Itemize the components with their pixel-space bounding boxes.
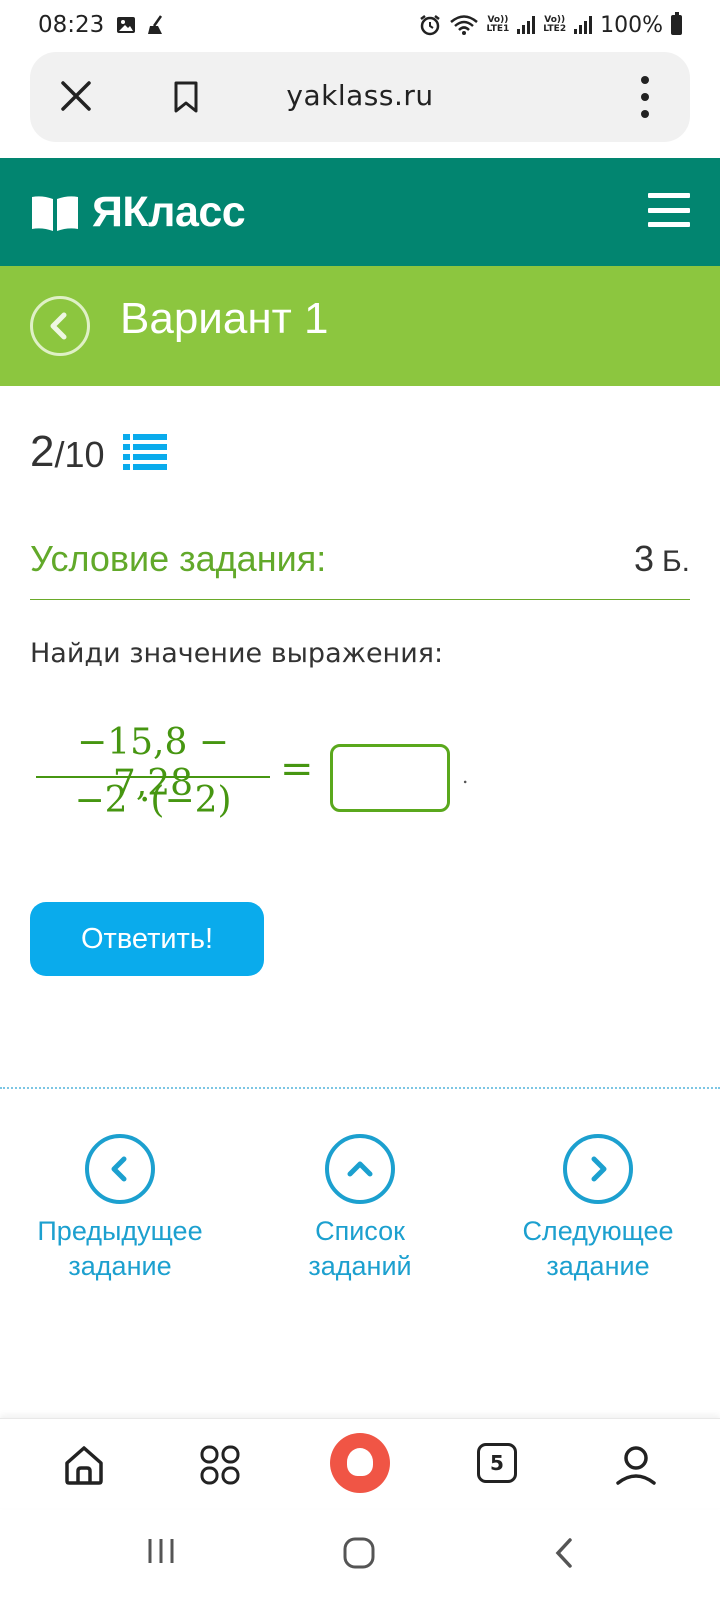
battery-level: 100% xyxy=(600,12,663,38)
broom-icon xyxy=(148,15,163,34)
next-circle xyxy=(563,1134,633,1204)
status-time: 08:23 xyxy=(38,12,105,38)
prev-label-1: Предыдущее xyxy=(37,1216,203,1246)
list-circle xyxy=(325,1134,395,1204)
progress-total: /10 xyxy=(54,434,105,475)
home-button-icon[interactable] xyxy=(342,1536,376,1570)
gallery-icon xyxy=(117,17,136,33)
lte2-label: Vo)) LTE2 xyxy=(543,15,567,34)
condition-header: Условие задания: 3 Б. xyxy=(30,538,690,600)
prev-task-link[interactable]: Предыдущее задание xyxy=(10,1134,230,1284)
task-progress: 2 /10 xyxy=(30,430,167,474)
tabs-icon[interactable]: 5 xyxy=(477,1443,517,1483)
task-list-link[interactable]: Список заданий xyxy=(250,1134,470,1284)
status-right: Vo)) LTE1 Vo)) LTE2 100% xyxy=(419,12,682,38)
section-divider xyxy=(0,1087,720,1089)
answer-input[interactable] xyxy=(330,744,450,812)
lte1-label: Vo)) LTE1 xyxy=(486,15,510,34)
status-left-icons xyxy=(116,14,168,36)
browser-toolbar: yaklass.ru xyxy=(30,52,690,142)
recent-apps-icon[interactable] xyxy=(146,1536,176,1566)
menu-icon[interactable] xyxy=(648,193,690,227)
points-badge: 3 Б. xyxy=(634,538,690,580)
logo-text: ЯКласс xyxy=(92,188,246,236)
fraction-denominator: −2 ·(−2) xyxy=(74,780,232,821)
home-icon[interactable] xyxy=(62,1443,106,1487)
chevron-left-icon xyxy=(50,312,67,340)
chevron-right-icon xyxy=(591,1156,607,1182)
battery-icon xyxy=(671,12,682,35)
page: 08:23 Vo)) LTE1 Vo)) LTE2 100% yaklass.ru … xyxy=(0,0,720,1600)
more-icon[interactable] xyxy=(640,76,650,118)
question-text: Найди значение выражения: xyxy=(30,638,444,669)
chevron-up-icon xyxy=(347,1161,373,1177)
list-label-1: Список xyxy=(315,1216,405,1246)
browser-bottom-nav: 5 xyxy=(0,1418,720,1508)
book-logo-icon xyxy=(32,195,78,231)
condition-label: Условие задания: xyxy=(30,538,327,579)
chevron-left-icon xyxy=(111,1156,127,1182)
fraction-line xyxy=(36,776,270,778)
task-list-icon[interactable] xyxy=(122,432,167,472)
profile-icon[interactable] xyxy=(614,1443,658,1487)
next-label-1: Следующее xyxy=(522,1216,674,1246)
back-button[interactable] xyxy=(30,296,90,356)
url-field[interactable]: yaklass.ru xyxy=(0,79,720,112)
signal-icon xyxy=(574,16,593,34)
prev-label-2: задание xyxy=(68,1251,172,1281)
next-label-2: задание xyxy=(546,1251,650,1281)
status-bar: 08:23 Vo)) LTE1 Vo)) LTE2 100% xyxy=(0,0,720,50)
system-nav-bar xyxy=(0,1508,720,1600)
signal-icon xyxy=(517,16,536,34)
next-task-link[interactable]: Следующее задание xyxy=(488,1134,708,1284)
points-value: 3 xyxy=(633,538,654,579)
back-nav-icon[interactable] xyxy=(550,1536,580,1570)
submit-answer-button[interactable]: Ответить! xyxy=(30,902,264,976)
points-unit: Б. xyxy=(661,545,690,578)
apps-icon[interactable] xyxy=(198,1443,242,1487)
wifi-icon xyxy=(449,15,478,35)
math-expression: −15,8 − 7,28 −2 ·(−2) = . xyxy=(36,722,696,832)
prev-circle xyxy=(85,1134,155,1204)
site-header: ЯКласс xyxy=(0,158,720,266)
title-bar: Вариант 1 xyxy=(0,266,720,386)
period: . xyxy=(462,764,469,788)
progress-current: 2 xyxy=(30,427,55,476)
equals-sign: = xyxy=(280,746,314,792)
alarm-icon xyxy=(419,15,440,36)
site-logo[interactable]: ЯКласс xyxy=(30,188,246,237)
page-title: Вариант 1 xyxy=(120,294,329,343)
alice-icon[interactable] xyxy=(330,1433,390,1493)
list-label-2: заданий xyxy=(308,1251,412,1281)
